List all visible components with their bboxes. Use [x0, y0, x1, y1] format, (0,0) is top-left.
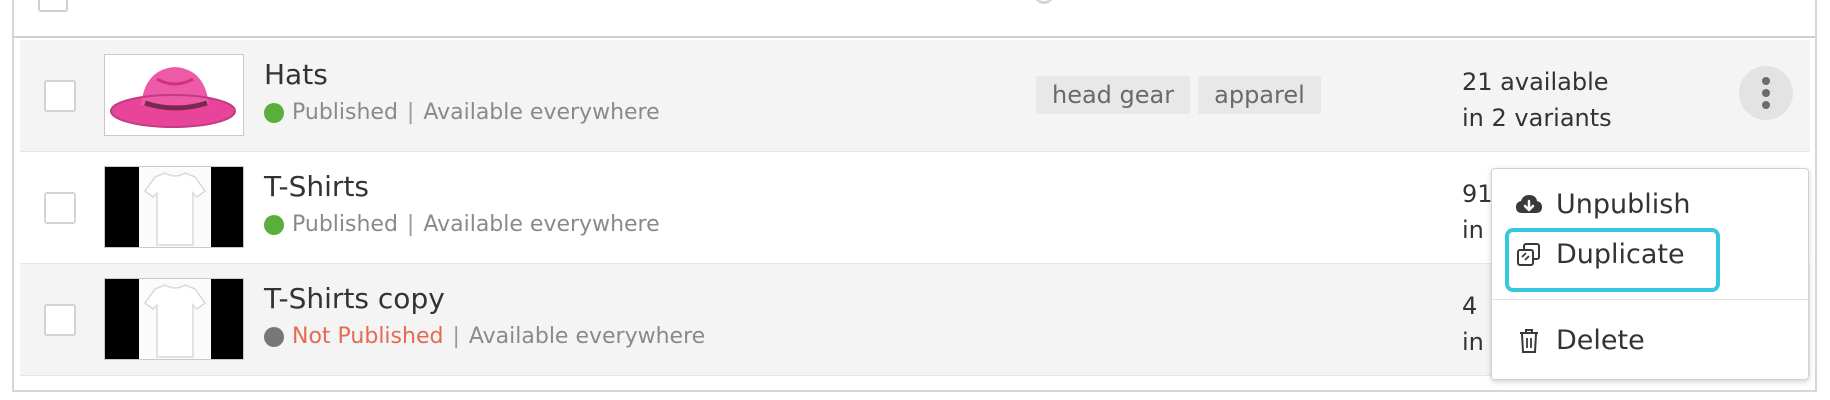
table-row[interactable]: Hats Published | Available everywhere he… [20, 40, 1810, 152]
stock-variants: in [1462, 216, 1484, 244]
kebab-dot [1762, 101, 1770, 109]
status-separator: | [452, 324, 460, 349]
status-text: Published [292, 100, 398, 125]
stock-info: 21 available in 2 variants [1462, 64, 1612, 136]
row-checkbox[interactable] [44, 304, 76, 336]
product-title[interactable]: Hats [264, 58, 328, 91]
status-dot [264, 326, 284, 347]
product-thumbnail-tshirt[interactable] [104, 166, 244, 248]
product-status-line: Not Published | Available everywhere [264, 324, 705, 349]
tag[interactable]: apparel [1198, 76, 1321, 114]
row-actions-button[interactable] [1739, 66, 1793, 120]
row-actions-menu: Unpublish Duplicate Delete [1491, 168, 1809, 380]
status-dot [264, 102, 284, 123]
row-checkbox[interactable] [44, 192, 76, 224]
trash-icon [1514, 326, 1544, 356]
stock-available: 91 [1462, 180, 1493, 208]
stock-available: 21 available [1462, 68, 1609, 96]
menu-item-label: Unpublish [1556, 189, 1691, 220]
status-dot [264, 214, 284, 235]
status-separator: | [406, 100, 415, 125]
product-thumbnail-hat[interactable] [104, 54, 244, 136]
select-all-checkbox[interactable] [38, 0, 68, 12]
focus-highlight [1505, 228, 1720, 292]
product-title[interactable]: T-Shirts [264, 170, 369, 203]
product-list-panel: Hats Published | Available everywhere he… [12, 0, 1817, 392]
status-text: Not Published [292, 324, 444, 349]
header-fragment [1034, 0, 1054, 4]
product-table: Hats Published | Available everywhere he… [20, 40, 1810, 380]
cloud-download-icon [1514, 190, 1544, 220]
status-text: Published [292, 212, 398, 237]
product-status-line: Published | Available everywhere [264, 212, 660, 237]
menu-item-unpublish[interactable]: Unpublish [1514, 189, 1815, 220]
row-checkbox[interactable] [44, 80, 76, 112]
stock-info: 91 in [1462, 176, 1493, 248]
availability-text: Available everywhere [423, 212, 660, 237]
tag-list: head gear apparel [1036, 76, 1321, 114]
tag[interactable]: head gear [1036, 76, 1191, 114]
menu-divider [1492, 299, 1808, 300]
availability-text: Available everywhere [423, 100, 660, 125]
product-status-line: Published | Available everywhere [264, 100, 660, 125]
product-title[interactable]: T-Shirts copy [264, 282, 445, 315]
availability-text: Available everywhere [468, 324, 706, 349]
table-header [14, 0, 1815, 38]
stock-variants: in 2 variants [1462, 104, 1612, 132]
kebab-dot [1762, 77, 1770, 85]
menu-item-delete[interactable]: Delete [1514, 325, 1815, 356]
kebab-dot [1762, 89, 1770, 97]
status-separator: | [406, 212, 415, 237]
menu-item-label: Delete [1556, 325, 1645, 356]
product-thumbnail-tshirt[interactable] [104, 278, 244, 360]
